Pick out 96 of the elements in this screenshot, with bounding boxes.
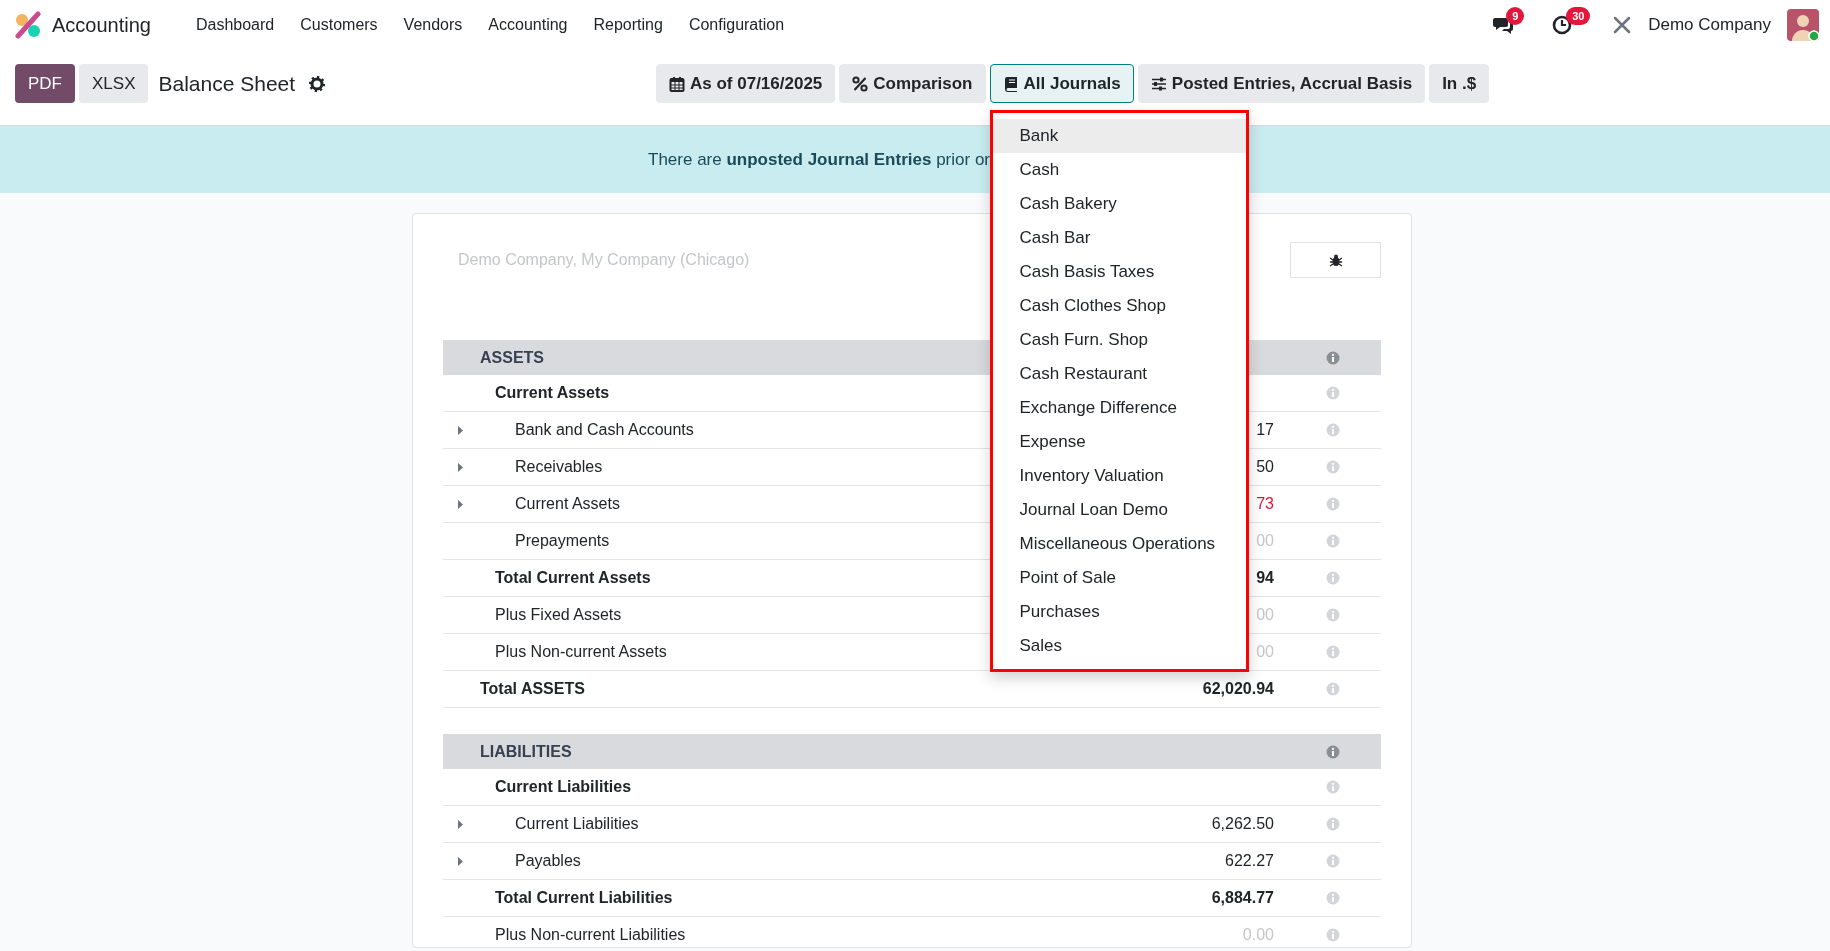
- settings-icon[interactable]: [309, 75, 326, 92]
- filter-button[interactable]: As of 07/16/2025: [656, 64, 836, 103]
- amount: 00: [1256, 606, 1274, 623]
- menu-item[interactable]: Dashboard: [182, 13, 288, 37]
- section-title: ASSETS: [479, 347, 545, 368]
- company-label: Demo Company, My Company (Chicago): [457, 250, 750, 270]
- debug-button[interactable]: [1290, 242, 1381, 278]
- export-button[interactable]: PDF: [15, 64, 75, 103]
- caret-icon[interactable]: [456, 855, 464, 867]
- calendar-icon: [669, 75, 685, 92]
- info-icon: [1325, 497, 1340, 511]
- info-icon: [1325, 682, 1340, 696]
- row-label: Current Assets: [514, 494, 621, 514]
- company-name[interactable]: Demo Company: [1648, 12, 1771, 38]
- amount: 62,020.94: [1202, 680, 1274, 697]
- journal-option[interactable]: Point of Sale: [992, 561, 1246, 595]
- row-label: Receivables: [514, 457, 604, 477]
- bug-icon: [1328, 252, 1343, 268]
- clock-icon[interactable]: [1552, 15, 1573, 35]
- row-label: Plus Non-current Liabilities: [494, 925, 687, 945]
- row-label: Total ASSETS: [479, 679, 586, 699]
- amount: 622.27: [1225, 852, 1274, 869]
- warning-text: There are unposted Journal Entries prior or: [648, 148, 990, 171]
- filter-button[interactable]: All Journals: [989, 64, 1134, 103]
- row-label: Payables: [514, 851, 582, 871]
- menu-item[interactable]: Accounting: [475, 13, 581, 37]
- journal-option[interactable]: Cash Furn. Shop: [992, 323, 1246, 357]
- menu-item[interactable]: Reporting: [580, 13, 676, 37]
- row-label: Bank and Cash Accounts: [514, 420, 695, 440]
- amount: 17: [1256, 421, 1274, 438]
- journal-option[interactable]: Expense: [992, 425, 1246, 459]
- filter-button[interactable]: Comparison: [839, 64, 986, 103]
- journal-option[interactable]: Purchases: [992, 595, 1246, 629]
- app-logo[interactable]: [14, 11, 42, 39]
- filter-button[interactable]: Posted Entries, Accrual Basis: [1137, 64, 1426, 103]
- info-icon: [1325, 854, 1340, 868]
- info-icon: [1325, 350, 1340, 365]
- avatar[interactable]: [1787, 8, 1820, 42]
- info-icon: [1325, 891, 1340, 905]
- book-icon: [1002, 75, 1019, 92]
- caret-icon[interactable]: [456, 498, 464, 510]
- row-label: Total Current Liabilities: [494, 888, 674, 908]
- info-icon: [1325, 571, 1340, 585]
- journal-option[interactable]: Sales: [992, 629, 1246, 663]
- journal-option[interactable]: Miscellaneous Operations: [992, 527, 1246, 561]
- page-title: Balance Sheet: [158, 70, 296, 97]
- sliders-icon: [1150, 75, 1167, 92]
- amount: 6,262.50: [1211, 815, 1274, 832]
- caret-icon[interactable]: [456, 461, 464, 473]
- info-icon: [1325, 928, 1340, 942]
- info-icon: [1325, 460, 1340, 474]
- row-label: Current Liabilities: [514, 814, 640, 834]
- journal-option[interactable]: Bank: [992, 119, 1246, 153]
- menu-item[interactable]: Configuration: [675, 13, 798, 37]
- amount: 00: [1256, 643, 1274, 660]
- row-label: Plus Non-current Assets: [494, 642, 668, 662]
- journal-option[interactable]: Inventory Valuation: [992, 459, 1246, 493]
- section-title: LIABILITIES: [479, 741, 573, 762]
- menu-item[interactable]: Customers: [287, 13, 391, 37]
- row-label: Total Current Assets: [494, 568, 652, 588]
- row-label: Current Liabilities: [494, 777, 633, 797]
- app-name[interactable]: Accounting: [52, 10, 151, 40]
- caret-icon[interactable]: [456, 424, 464, 436]
- export-button[interactable]: XLSX: [79, 64, 149, 103]
- notification-badge: 30: [1566, 7, 1591, 25]
- tools-icon[interactable]: [1612, 15, 1633, 35]
- percent-icon: [852, 75, 869, 92]
- info-icon: [1325, 744, 1340, 759]
- amount: 00: [1256, 532, 1274, 549]
- info-icon: [1325, 608, 1340, 622]
- journal-option[interactable]: Cash: [992, 153, 1246, 187]
- caret-icon[interactable]: [456, 818, 464, 830]
- amount: 50: [1256, 458, 1274, 475]
- amount: 6,884.77: [1211, 889, 1274, 906]
- journal-option[interactable]: Cash Restaurant: [992, 357, 1246, 391]
- info-icon: [1325, 817, 1340, 831]
- journal-option[interactable]: Cash Bakery: [992, 187, 1246, 221]
- journal-option[interactable]: Cash Bar: [992, 221, 1246, 255]
- filter-button[interactable]: In .$: [1429, 64, 1490, 103]
- journal-option[interactable]: Cash Clothes Shop: [992, 289, 1246, 323]
- row-label: Prepayments: [514, 531, 611, 551]
- info-icon: [1325, 386, 1340, 400]
- row-label: Plus Fixed Assets: [494, 605, 623, 625]
- info-icon: [1325, 645, 1340, 659]
- row-label: Current Assets: [494, 383, 611, 403]
- journal-option[interactable]: Cash Basis Taxes: [992, 255, 1246, 289]
- info-icon: [1325, 534, 1340, 548]
- info-icon: [1325, 423, 1340, 437]
- menu-item[interactable]: Vendors: [390, 13, 476, 37]
- amount: 94: [1256, 569, 1274, 586]
- amount: 0.00: [1242, 926, 1274, 943]
- journal-option[interactable]: Journal Loan Demo: [992, 493, 1246, 527]
- info-icon: [1325, 780, 1340, 794]
- amount: 73: [1256, 495, 1274, 512]
- notification-badge: 9: [1506, 7, 1525, 25]
- journal-option[interactable]: Exchange Difference: [992, 391, 1246, 425]
